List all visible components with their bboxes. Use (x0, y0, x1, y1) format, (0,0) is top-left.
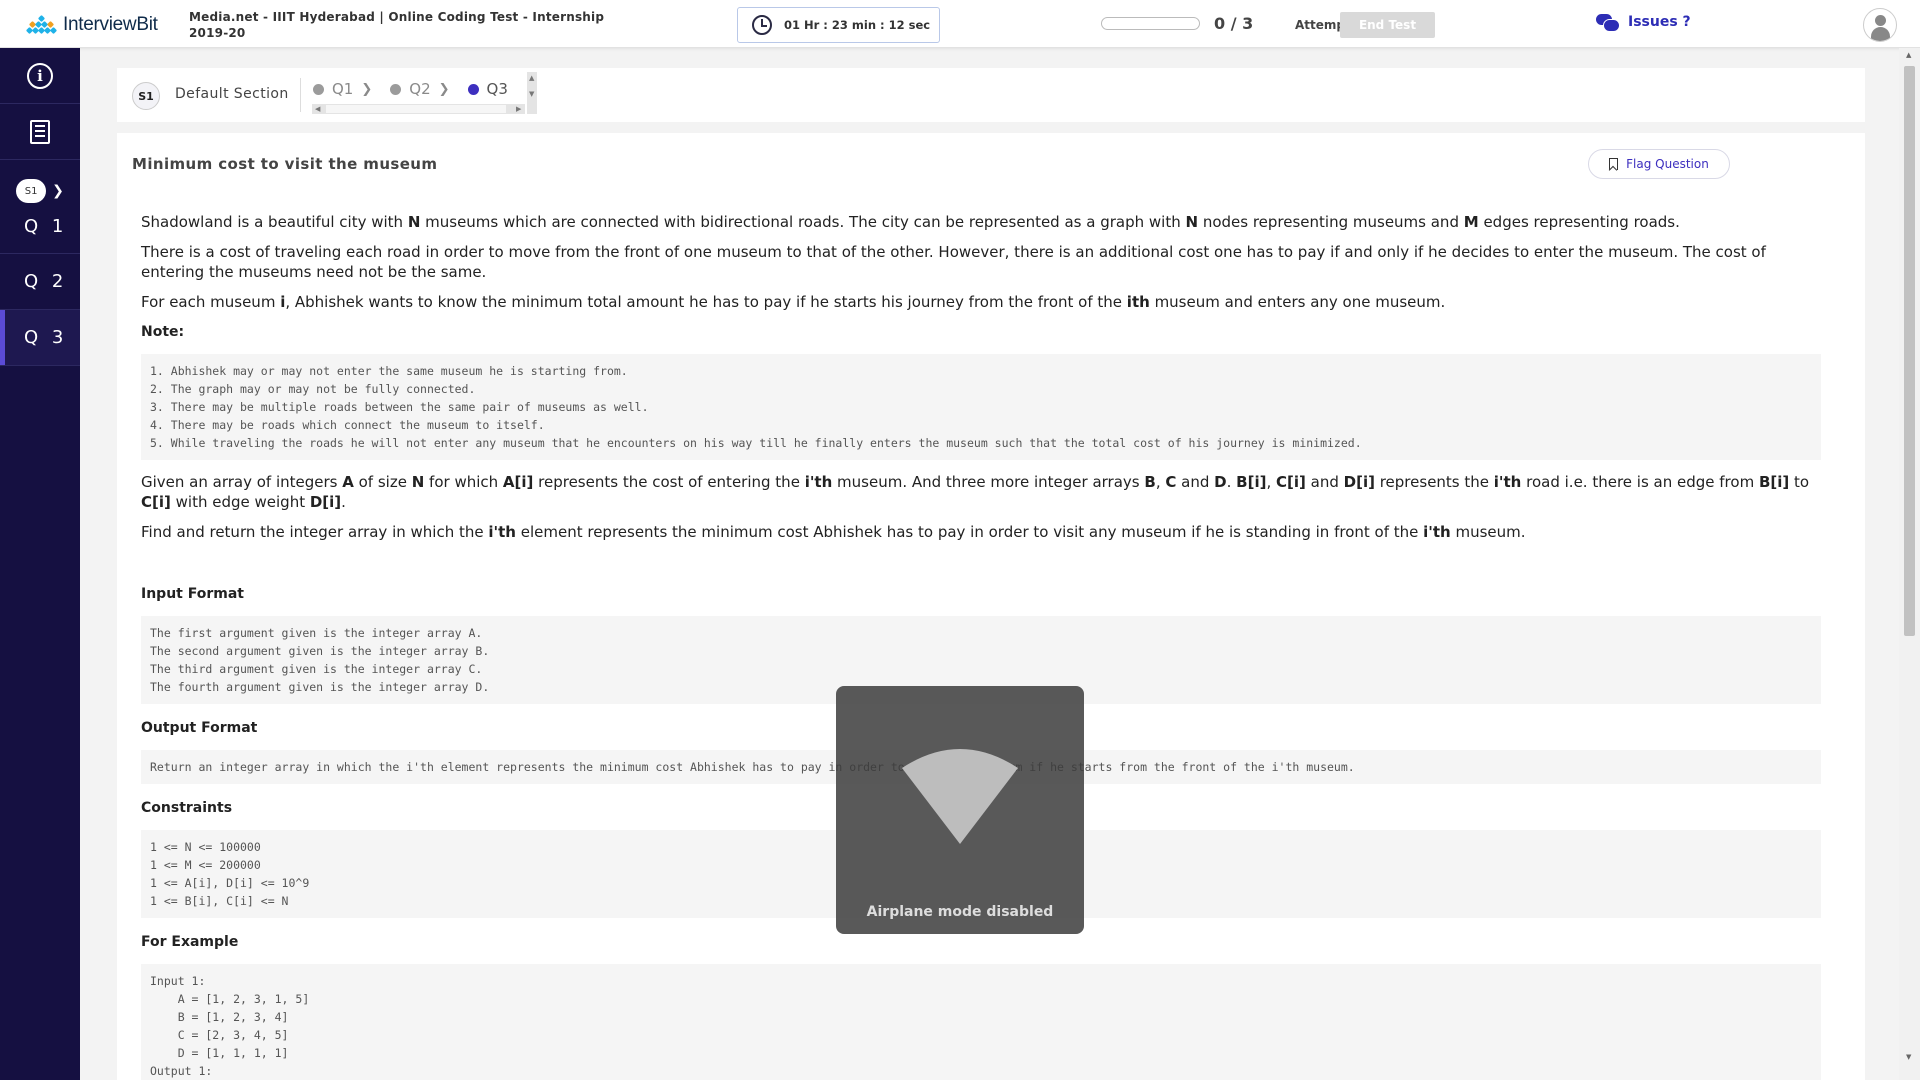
section-selector[interactable]: S1 ❯ (0, 172, 80, 210)
paragraph-2: There is a cost of traveling each road i… (141, 243, 1766, 281)
paragraph-4: Given an array of integers A of size N f… (141, 473, 1810, 511)
issues-label: Issues ? (1628, 14, 1691, 30)
bold-term: N (407, 213, 421, 231)
document-icon (30, 119, 50, 144)
scroll-up-icon[interactable]: ▲ (1906, 51, 1911, 59)
sidebar-question-label: Q 3 (24, 327, 68, 348)
bookmark-icon (1609, 158, 1619, 170)
question-title: Minimum cost to visit the museum (132, 155, 438, 173)
timer-text: 01 Hr : 23 min : 12 sec (784, 18, 931, 32)
input-format-heading: Input Format (141, 586, 244, 602)
chevron-right-icon: ❯ (361, 81, 373, 97)
bold-term: D (1214, 473, 1227, 491)
flag-question-button[interactable]: Flag Question (1588, 149, 1730, 179)
issues-link[interactable]: Issues ? (1596, 14, 1691, 32)
countdown-timer: 01 Hr : 23 min : 12 sec (737, 7, 940, 43)
attempt-count: 0 / 3 (1214, 14, 1254, 33)
scroll-up-icon[interactable]: ▲ (529, 74, 534, 82)
question-panel: Minimum cost to visit the museum Flag Qu… (117, 133, 1865, 1080)
sidebar-question-3[interactable]: Q 3 (0, 310, 80, 366)
bold-term: N (1185, 213, 1199, 231)
scroll-down-icon[interactable]: ▼ (1906, 1053, 1911, 1061)
tab-q3[interactable]: Q3 (461, 74, 520, 108)
bold-term: D[i] (309, 493, 342, 511)
status-dot-icon (390, 83, 402, 95)
bold-term: A[i] (502, 473, 534, 491)
paragraph-5: Find and return the integer array in whi… (141, 523, 1526, 541)
chat-icon (1596, 14, 1620, 32)
airplane-mode-osd: Airplane mode disabled (836, 686, 1084, 934)
clock-icon (752, 15, 772, 35)
instructions-button[interactable]: i (0, 48, 80, 104)
flag-question-label: Flag Question (1626, 157, 1709, 171)
question-tabs: Q1 ❯ Q2 ❯ Q3 (313, 74, 526, 108)
chevron-down-icon: ❯ (52, 183, 64, 199)
bold-term: i'th (1423, 523, 1451, 541)
paragraph-3: For each museum i, Abhishek wants to kno… (141, 293, 1446, 311)
scroll-down-icon[interactable]: ▼ (529, 90, 534, 98)
info-icon: i (27, 62, 53, 89)
tab-q1[interactable]: Q1 ❯ (313, 74, 372, 104)
logo-mark-icon (25, 14, 59, 35)
end-test-button[interactable]: End Test (1340, 12, 1435, 38)
sidebar-question-1[interactable]: Q 1 (0, 210, 80, 254)
bold-term: i'th (1493, 473, 1522, 491)
chevron-right-icon: ❯ (438, 81, 450, 97)
bold-term: C[i] (1276, 473, 1306, 491)
page-scrollbar[interactable]: ▲ ▼ (1899, 48, 1920, 1080)
example-heading: For Example (141, 934, 239, 950)
interviewbit-logo[interactable]: InterviewBit (25, 14, 158, 36)
sidebar-question-label: Q 1 (24, 216, 68, 237)
logo-text: InterviewBit (63, 14, 158, 35)
bold-term: C[i] (141, 493, 171, 511)
section-badge: S1 (16, 179, 47, 203)
problem-statement: Shadowland is a beautiful city with N mu… (141, 212, 1821, 1080)
bold-term: N (411, 473, 425, 491)
scroll-right-icon[interactable]: ▶ (516, 105, 521, 113)
tab-label: Q1 (332, 80, 354, 98)
divider (300, 78, 301, 112)
bold-term: B (1144, 473, 1156, 491)
status-dot-icon (467, 83, 479, 95)
test-title: Media.net - IIIT Hyderabad | Online Codi… (189, 10, 605, 40)
sidebar-question-label: Q 2 (24, 271, 68, 292)
left-sidebar: i S1 ❯ Q 1 Q 2 Q 3 (0, 48, 80, 1080)
scroll-left-icon[interactable]: ◀ (315, 105, 320, 113)
tabs-vertical-scrollbar[interactable]: ▲ ▼ (527, 72, 537, 114)
scrollbar-thumb[interactable] (1904, 66, 1915, 636)
user-avatar[interactable] (1863, 8, 1897, 42)
sidebar-question-2[interactable]: Q 2 (0, 254, 80, 310)
bold-term: B[i] (1758, 473, 1790, 491)
bold-term: C (1165, 473, 1177, 491)
tab-label: Q3 (486, 80, 508, 98)
example-block: Input 1: A = [1, 2, 3, 1, 5] B = [1, 2, … (141, 964, 1821, 1080)
section-badge: S1 (132, 82, 160, 110)
section-name: Default Section (175, 86, 289, 102)
top-header: InterviewBit Media.net - IIIT Hyderabad … (0, 0, 1920, 48)
bold-term: D[i] (1343, 473, 1375, 491)
bold-term: B[i] (1236, 473, 1267, 491)
question-list-button[interactable] (0, 104, 80, 160)
section-bar: S1 Default Section Q1 ❯ Q2 ❯ Q3 ◀ ▶ ▲ ▼ (117, 68, 1865, 122)
paragraph-1: Shadowland is a beautiful city with N mu… (141, 213, 1680, 231)
osd-label: Airplane mode disabled (866, 904, 1054, 920)
bold-term: A (342, 473, 354, 491)
notes-block: 1. Abhishek may or may not enter the sam… (141, 354, 1821, 460)
bold-term: i'th (488, 523, 516, 541)
attempt-progress-bar (1101, 17, 1200, 30)
tab-q2[interactable]: Q2 ❯ (390, 74, 450, 104)
note-heading: Note: (141, 324, 185, 340)
bold-term: i (280, 293, 286, 311)
tab-label: Q2 (409, 80, 431, 98)
bold-term: i'th (804, 473, 833, 491)
bold-term: ith (1126, 293, 1150, 311)
bold-term: M (1463, 213, 1479, 231)
wifi-icon (902, 749, 1018, 844)
scrollbar-thumb[interactable] (326, 105, 506, 113)
tabs-horizontal-scrollbar[interactable]: ◀ ▶ (312, 104, 525, 114)
status-dot-icon (313, 83, 324, 95)
